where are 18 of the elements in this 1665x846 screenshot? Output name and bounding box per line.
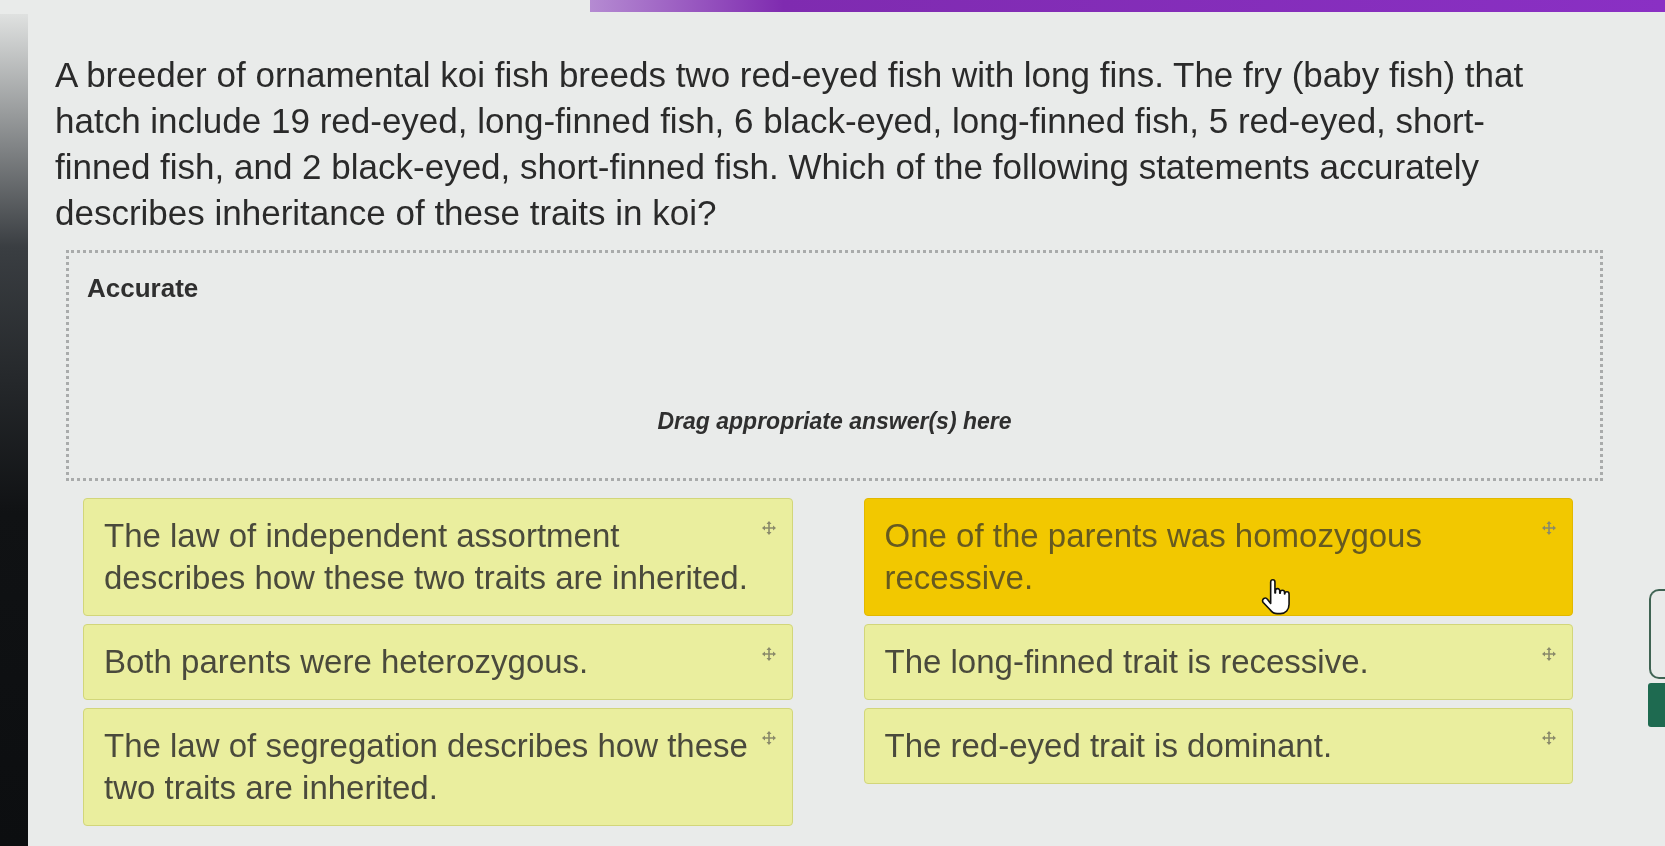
move-icon <box>1542 647 1556 661</box>
move-icon <box>761 521 776 535</box>
answer-tile[interactable]: The red-eyed trait is dominant. <box>863 708 1573 784</box>
answer-tile[interactable]: The long-finned trait is recessive. <box>863 624 1573 700</box>
move-icon <box>1542 521 1556 535</box>
side-tab[interactable] <box>1648 683 1665 727</box>
answer-tile[interactable]: One of the parents was homozygous recessive. <box>863 498 1573 616</box>
drop-zone[interactable]: Accurate Drag appropriate answer(s) here <box>66 250 1603 481</box>
move-icon <box>761 647 776 661</box>
hand-cursor-icon <box>1260 579 1291 615</box>
drop-zone-title: Accurate <box>87 272 199 305</box>
answer-tile[interactable]: Both parents were heterozygous. <box>83 624 793 700</box>
move-icon <box>1542 731 1556 745</box>
answer-tile[interactable]: The law of segregation describes how these two traits are inherited. <box>83 708 793 826</box>
answer-tile[interactable]: The law of independent assortment describes how these two traits are inherited. <box>83 498 793 616</box>
question-text: A breeder of ornamental koi fish breeds two red-eyed fish with long fins. The fry (baby fish) that hatch include 19 red-eyed, long-finned fish, 6 black-eyed, long-finned fish, 5 red-eyed, short-finned fish, and 2 black-eyed, short-finned fish. Which of the following statements accurately describes inheritance of these traits in koi? <box>55 54 1525 234</box>
move-icon <box>761 731 776 745</box>
drop-hint: Drag appropriate answer(s) here <box>657 406 1012 436</box>
